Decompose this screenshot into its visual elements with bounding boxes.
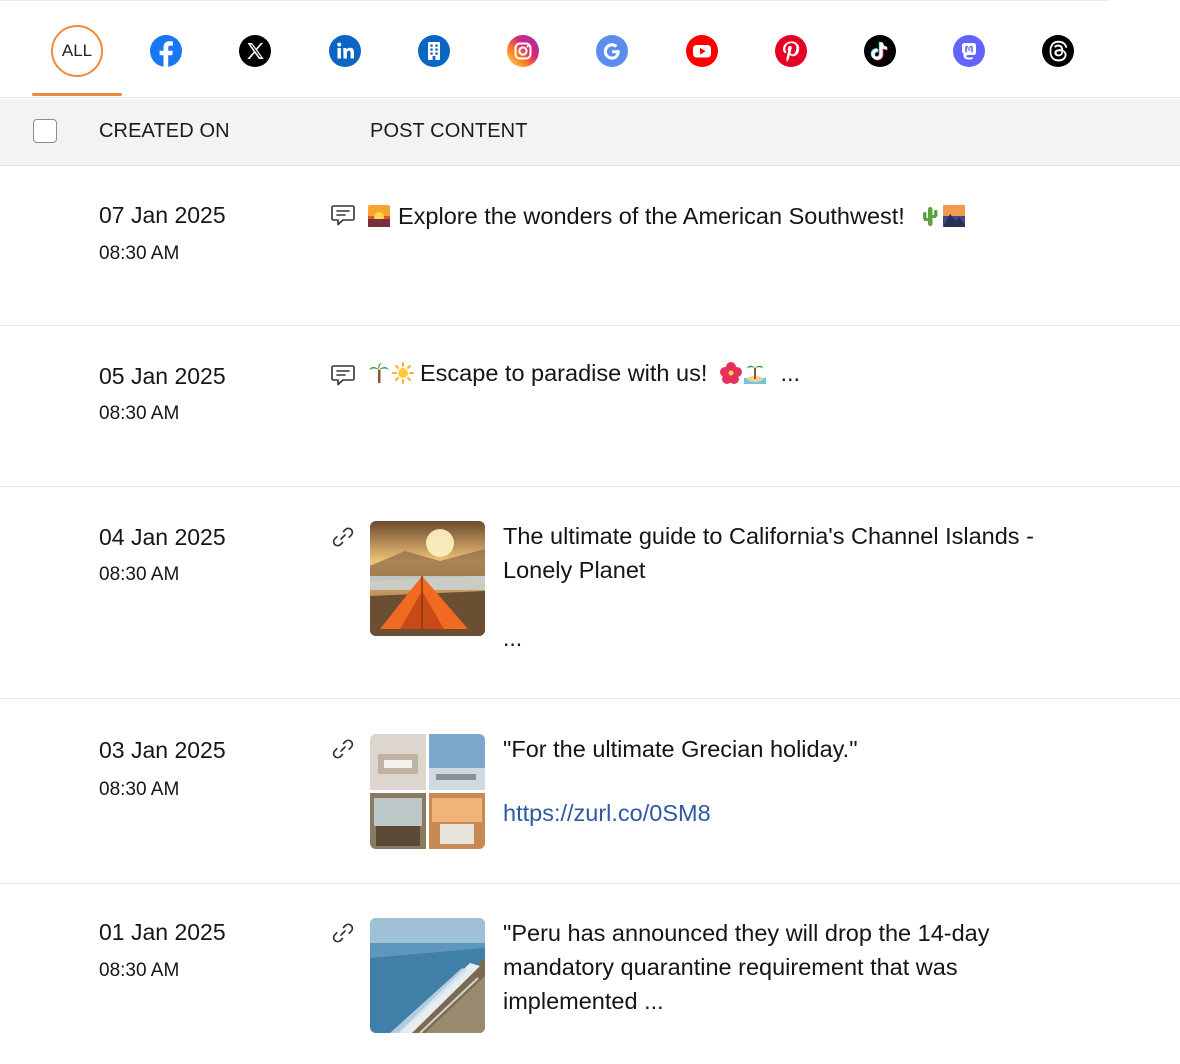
post-time: 08:30 AM: [99, 960, 180, 981]
table-row[interactable]: 04 Jan 2025 08:30 AM The ultimate guide …: [0, 488, 1180, 699]
mountain-sunset-emoji: [943, 205, 966, 227]
tiktok-icon: [864, 35, 896, 67]
post-text: "For the ultimate Grecian holiday.": [503, 736, 858, 762]
post-time: 08:30 AM: [99, 403, 180, 424]
post-thumbnail: [370, 918, 485, 1033]
facebook-icon: [150, 35, 182, 68]
filter-linkedin-page-button[interactable]: [410, 27, 458, 75]
sun-emoji: [392, 362, 414, 384]
pinterest-icon: [775, 35, 807, 67]
post-text: The ultimate guide to California's Chann…: [503, 523, 1034, 583]
google-icon: [596, 35, 628, 67]
filter-facebook-button[interactable]: [142, 27, 190, 75]
island-emoji: [743, 362, 766, 384]
post-time: 08:30 AM: [99, 564, 180, 585]
post-time: 08:30 AM: [99, 779, 180, 800]
hibiscus-emoji: [719, 362, 742, 384]
palm-tree-emoji: [368, 362, 390, 384]
active-tab-indicator: [32, 93, 122, 96]
link-icon: [332, 739, 354, 759]
comment-icon: [331, 205, 355, 226]
post-date: 07 Jan 2025: [99, 202, 226, 228]
post-text: "Peru has announced they will drop the 1…: [503, 920, 990, 1014]
post-time: 08:30 AM: [99, 243, 180, 264]
filter-instagram-button[interactable]: [499, 27, 547, 75]
filter-youtube-button[interactable]: [678, 27, 726, 75]
mastodon-icon: [953, 35, 985, 67]
column-header-post-content: POST CONTENT: [370, 120, 528, 142]
filter-all-button[interactable]: ALL: [51, 25, 103, 77]
filter-tiktok-button[interactable]: [856, 27, 904, 75]
divider: [0, 0, 1110, 1]
filter-google-business-button[interactable]: [588, 27, 636, 75]
filter-x-button[interactable]: [231, 27, 279, 75]
table-row[interactable]: 01 Jan 2025 08:30 AM "Peru has announced…: [0, 885, 1180, 1064]
link-icon: [332, 527, 354, 547]
filter-all-label: ALL: [61, 41, 93, 60]
post-text: Explore the wonders of the American Sout…: [398, 203, 905, 229]
post-date: 03 Jan 2025: [99, 737, 226, 763]
post-date: 01 Jan 2025: [99, 919, 226, 945]
instagram-icon: [507, 35, 539, 67]
post-date: 05 Jan 2025: [99, 363, 226, 389]
table-row[interactable]: 05 Jan 2025 08:30 AM Escape to paradise …: [0, 327, 1180, 487]
post-content: Escape to paradise with us! ...: [368, 356, 800, 390]
filter-pinterest-button[interactable]: [767, 27, 815, 75]
post-suffix: ...: [780, 360, 801, 386]
post-thumbnail: [370, 734, 485, 849]
network-filter-bar: ALL: [0, 0, 1180, 98]
linkedin-icon: [329, 35, 361, 67]
post-content: Explore the wonders of the American Sout…: [368, 199, 967, 233]
link-icon: [332, 923, 354, 943]
column-header-created-on[interactable]: CREATED ON: [99, 120, 230, 143]
youtube-icon: [686, 35, 718, 67]
post-text: Escape to paradise with us!: [420, 360, 708, 386]
sunset-emoji: [368, 205, 390, 227]
table-row[interactable]: 03 Jan 2025 08:30 AM "For the ultimate G…: [0, 700, 1180, 884]
threads-icon: [1042, 35, 1074, 67]
cactus-emoji: [919, 205, 941, 227]
table-row[interactable]: 07 Jan 2025 08:30 AM Explore the wonders…: [0, 167, 1180, 326]
table-header: CREATED ON POST CONTENT: [0, 99, 1180, 166]
filter-mastodon-button[interactable]: [945, 27, 993, 75]
linkedin-page-icon: [418, 35, 450, 67]
filter-linkedin-button[interactable]: [321, 27, 369, 75]
comment-icon: [331, 365, 355, 386]
x-icon: [239, 35, 271, 67]
post-link[interactable]: https://zurl.co/0SM8: [503, 800, 711, 827]
post-date: 04 Jan 2025: [99, 524, 226, 550]
filter-threads-button[interactable]: [1034, 27, 1082, 75]
post-thumbnail: [370, 521, 485, 636]
select-all-checkbox[interactable]: [33, 119, 57, 143]
post-more: ...: [503, 625, 523, 651]
